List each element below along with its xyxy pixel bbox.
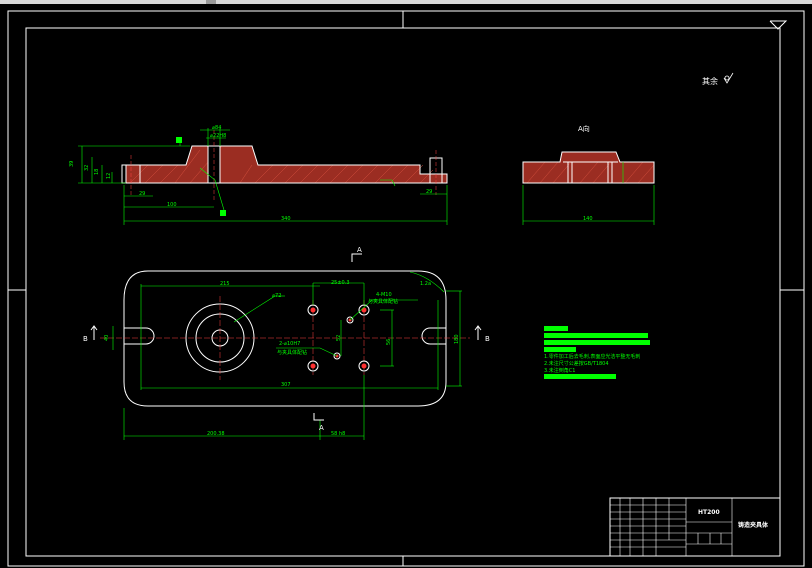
dim-52: 52 [336,335,342,341]
dim-h39: 39 [69,161,75,167]
top-view: 215 ⌀72 25±0.3 4-M10 与夹具体配钻 2-⌀10H7 与夹具体… [83,246,490,440]
part-name: 铸造夹具体 [738,521,769,529]
side-view: A向 140 [522,124,655,225]
dim-side-width: 140 [583,216,593,222]
note-line-2: 2.未注尺寸公差按GB/T1804 [544,360,609,367]
dim-215: 215 [220,281,230,287]
section-a-bottom: A [319,424,324,432]
dim-180: 180 [454,334,460,344]
slot-right [421,327,446,345]
dim-h18: 18 [94,169,100,175]
dim-holes2: 2-⌀10H7 [279,341,300,347]
centerlines [100,296,470,380]
dim-25: 25±0.3 [331,280,350,286]
section-a-top: A [357,246,362,254]
dim-h12: 12 [106,173,112,179]
dim-w100: 100 [167,202,177,208]
dim-w29-right: 29 [426,189,432,195]
side-view-label: A向 [578,124,590,133]
dim-40: 40 [104,335,110,341]
roughness-symbol-icon [723,72,734,84]
dim-holes2-note: 与夹具体配钻 [277,349,307,356]
inner-frame [25,27,781,557]
note-line-3: 3.未注倒角C1 [544,367,575,374]
dim-h32: 32 [84,165,90,171]
roughness-label: 其余 [702,76,718,86]
title-block: HT200 铸造夹具体 [609,497,781,557]
arc-note: 1.2a [420,281,431,287]
cad-drawing: 其余 39 32 18 12 29 29 100 340 ⌀84 ⌀22H8 A… [7,10,805,567]
dim-58: 58 h8 [331,431,345,437]
drawing-number: HT200 [698,509,720,516]
dim-56: 56 [386,339,392,345]
dim-holes4-note: 与夹具体配钻 [368,298,398,305]
outer-frame [7,10,805,567]
dim-phi72: ⌀72 [272,293,281,299]
dim-w29-left: 29 [139,191,145,197]
dim-phi84: ⌀84 [212,125,221,131]
top-view-dims [112,271,462,440]
technical-notes: 1.零件加工后去毛刺,表面应光洁平整无毛刺 2.未注尺寸公差按GB/T1804 … [544,326,650,379]
slot-left [124,327,155,345]
note-line-1: 1.零件加工后去毛刺,表面应光洁平整无毛刺 [544,353,640,360]
dim-total: 340 [281,216,291,222]
dim-holes4: 4-M10 [376,292,392,298]
dim-307: 307 [281,382,291,388]
center-marks [8,11,804,566]
dim-phi22: ⌀22H8 [210,133,226,139]
front-view: 39 32 18 12 29 29 100 340 ⌀84 ⌀22H8 [69,125,448,225]
section-b-left: B [83,335,88,343]
section-b-right: B [485,335,490,343]
dim-200: 200.38 [207,431,225,437]
